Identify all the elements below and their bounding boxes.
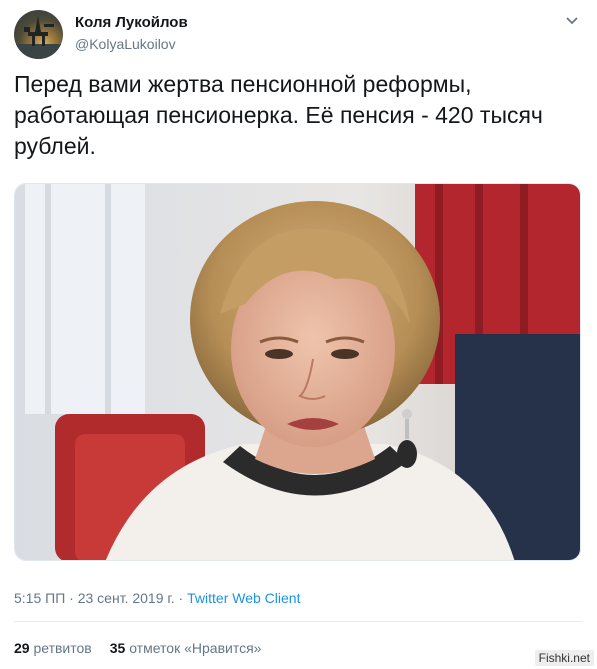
tweet-header: Коля Лукойлов @KolyaLukoilov	[14, 10, 583, 60]
meta-separator: ·	[174, 590, 188, 606]
avatar[interactable]	[14, 10, 63, 59]
oil-rig-icon	[14, 16, 63, 59]
likes-label: отметок «Нравится»	[129, 640, 262, 656]
client-link[interactable]: Twitter Web Client	[187, 590, 300, 606]
tweet-stats: 29 ретвитов 35 отметок «Нравится»	[14, 640, 261, 656]
likes-stat[interactable]: 35 отметок «Нравится»	[110, 640, 262, 656]
chevron-down-icon[interactable]	[565, 14, 579, 28]
author-name[interactable]: Коля Лукойлов	[75, 14, 188, 31]
retweets-stat[interactable]: 29 ретвитов	[14, 640, 92, 656]
retweets-label: ретвитов	[33, 640, 92, 656]
watermark: Fishki.net	[534, 650, 594, 666]
retweets-count: 29	[14, 640, 30, 656]
tweet-photo[interactable]	[14, 183, 581, 561]
author-handle[interactable]: @KolyaLukoilov	[75, 36, 176, 52]
likes-count: 35	[109, 640, 126, 656]
tweet-meta: 5:15 ПП · 23 сент. 2019 г. · Twitter Web…	[14, 590, 300, 606]
meta-separator: ·	[65, 590, 78, 606]
woman-portrait-image	[15, 184, 580, 560]
tweet-time[interactable]: 5:15 ПП	[14, 590, 65, 606]
tweet-text: Перед вами жертва пенсионной реформы, ра…	[14, 71, 543, 159]
tweet-date[interactable]: 23 сент. 2019 г.	[78, 590, 175, 606]
divider	[14, 621, 583, 622]
